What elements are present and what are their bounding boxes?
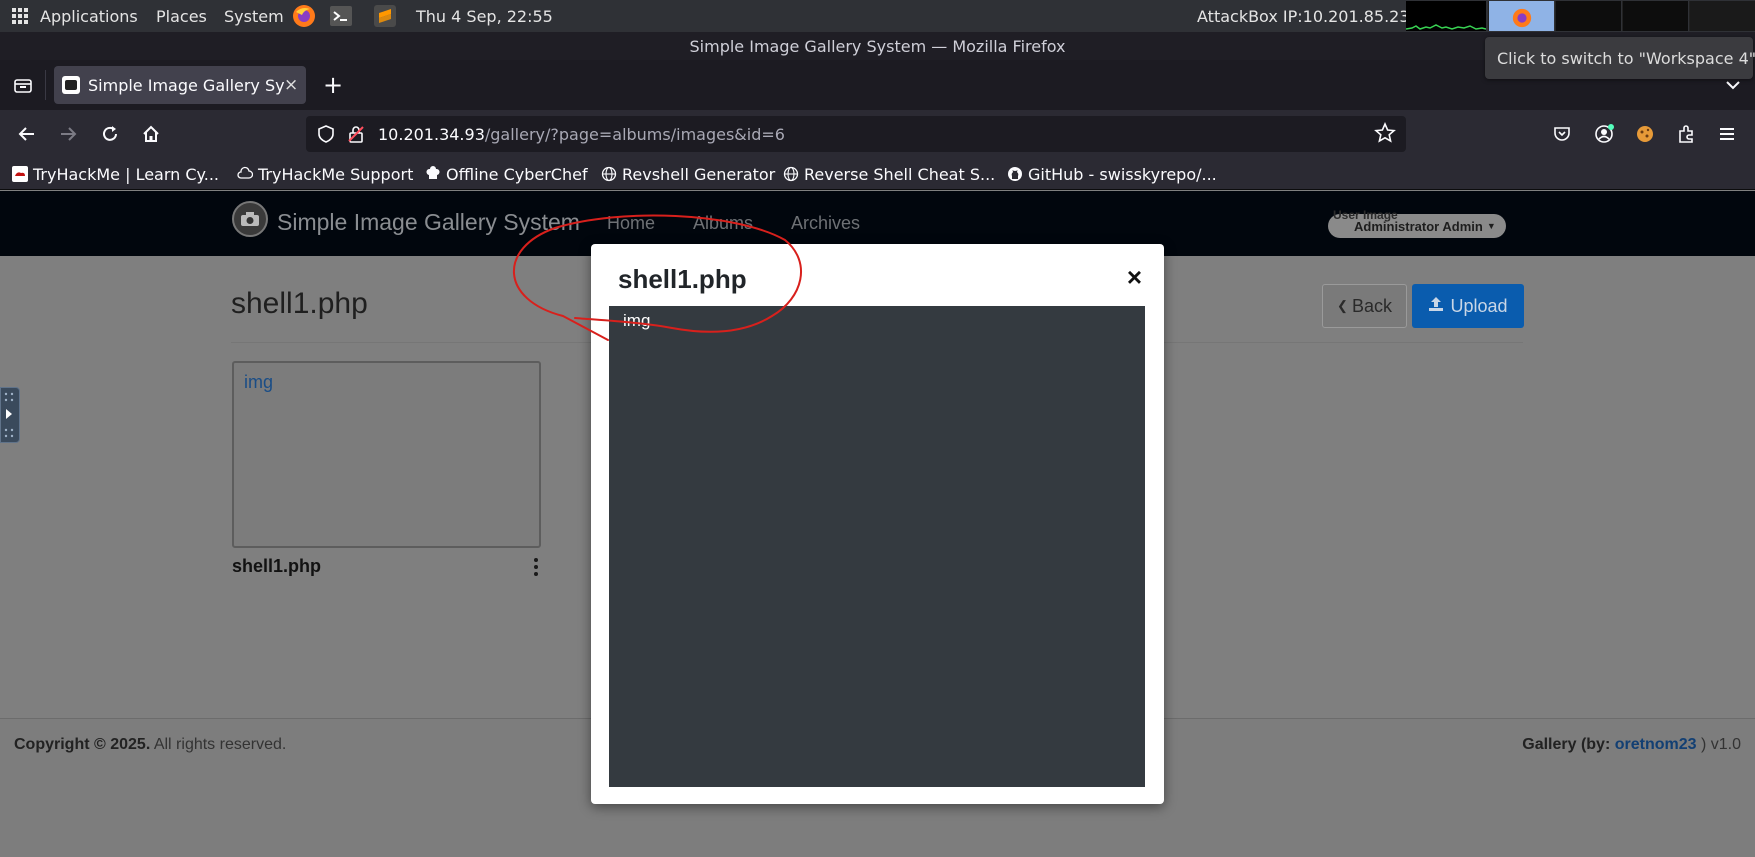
workspace-3[interactable] (1622, 1, 1688, 31)
bookmark-tryhackme[interactable]: TryHackMe | Learn Cy... (12, 158, 219, 190)
navigation-toolbar: 10.201.34.93/gallery/?page=albums/images… (0, 110, 1755, 158)
account-icon[interactable] (1590, 120, 1618, 148)
nav-albums[interactable]: Albums (693, 213, 753, 234)
url-text[interactable]: 10.201.34.93/gallery/?page=albums/images… (378, 125, 785, 144)
clock[interactable]: Thu 4 Sep, 22:55 (416, 0, 553, 32)
credit-author-link[interactable]: oretnom23 (1615, 736, 1697, 753)
bookmarks-toolbar: TryHackMe | Learn Cy... TryHackMe Suppor… (0, 158, 1755, 190)
modal-broken-image-alt: img (623, 311, 651, 330)
caret-down-icon: ▼ (1486, 221, 1496, 231)
bookmark-star-icon[interactable] (1374, 121, 1396, 148)
firefox-launcher-icon[interactable] (292, 0, 316, 32)
bookmark-cyberchef[interactable]: Offline CyberChef (425, 158, 588, 190)
tryhackme-icon (12, 166, 28, 182)
copyright-bold: Copyright © 2025. (14, 736, 151, 753)
window-title-text: Simple Image Gallery System — Mozilla Fi… (689, 36, 1066, 56)
broken-image-alt: img (244, 372, 274, 392)
cloud-support-icon (237, 166, 253, 182)
github-icon (1007, 166, 1023, 182)
album-title: shell1.php (231, 287, 368, 320)
tracking-shield-icon[interactable] (316, 124, 336, 148)
site-brand[interactable]: Simple Image Gallery System (277, 209, 580, 236)
workspace-2[interactable] (1555, 1, 1621, 31)
extension-cookie-icon[interactable] (1631, 120, 1659, 148)
bookmark-github-swisskyrepo[interactable]: GitHub - swisskyrepo/... (1007, 158, 1217, 190)
terminal-launcher-icon[interactable] (330, 0, 352, 32)
upload-button-label: Upload (1450, 295, 1508, 316)
workspace-1[interactable] (1488, 1, 1554, 31)
sublime-launcher-icon[interactable] (374, 0, 396, 32)
modal-close-button[interactable]: × (1127, 264, 1142, 290)
insecure-lock-icon[interactable] (346, 124, 366, 148)
upload-icon (1428, 296, 1444, 317)
user-image-alt: User Image (1333, 208, 1398, 222)
url-host: 10.201.34.93 (378, 124, 485, 144)
home-icon[interactable] (137, 120, 165, 148)
upload-button[interactable]: Upload (1412, 284, 1524, 328)
copyright-rest: All rights reserved. (150, 736, 287, 753)
url-path: /gallery/?page=albums/images&id=6 (484, 124, 785, 144)
reload-icon[interactable] (96, 120, 124, 148)
copyright: Copyright © 2025. All rights reserved. (14, 736, 286, 754)
tab-favicon-icon (62, 76, 80, 94)
modal-image-area: img (609, 306, 1145, 787)
top-panel: Applications Places System Thu 4 Sep, 22… (0, 0, 1755, 32)
tab-gallery[interactable]: Simple Image Gallery Sys × (54, 66, 306, 104)
credit-prefix: Gallery (by: (1522, 736, 1615, 753)
globe-icon (601, 166, 617, 182)
bookmark-label: TryHackMe Support (258, 164, 414, 184)
pocket-icon[interactable] (1548, 120, 1576, 148)
bookmark-tryhackme-support[interactable]: TryHackMe Support (237, 158, 413, 190)
applications-menu[interactable]: Applications (40, 0, 138, 32)
camera-logo-icon[interactable] (232, 201, 268, 237)
attackbox-ip: AttackBox IP:10.201.85.239 (1197, 6, 1420, 26)
modal-title: shell1.php (618, 264, 747, 294)
system-monitor-graph (1406, 1, 1486, 31)
chevron-left-icon: ❮ (1337, 298, 1348, 313)
bookmark-revshell-generator[interactable]: Revshell Generator (601, 158, 775, 190)
sidebar-toggle-handle[interactable] (0, 387, 20, 443)
bookmark-label: GitHub - swisskyrepo/... (1028, 164, 1217, 184)
chef-hat-icon (425, 166, 441, 182)
bookmark-label: Offline CyberChef (446, 164, 588, 184)
tab-close-icon[interactable]: × (284, 75, 298, 95)
bookmark-reverse-shell-cheatsheet[interactable]: Reverse Shell Cheat S... (783, 158, 995, 190)
workspace-tooltip: Click to switch to "Workspace 4" (1485, 37, 1755, 79)
image-card-name: shell1.php (232, 556, 322, 576)
firefox-view-icon[interactable] (12, 74, 34, 96)
extensions-puzzle-icon[interactable] (1672, 120, 1700, 148)
globe-icon (783, 166, 799, 182)
places-menu[interactable]: Places (156, 0, 207, 32)
nav-archives[interactable]: Archives (791, 213, 860, 234)
image-preview-modal: shell1.php × img (591, 244, 1164, 804)
image-card[interactable]: img (232, 361, 541, 548)
hamburger-menu-icon[interactable] (1713, 120, 1741, 148)
apps-grid-icon[interactable] (12, 0, 30, 32)
workspace-4[interactable] (1689, 1, 1755, 31)
nav-home[interactable]: Home (607, 213, 655, 234)
forward-arrow-icon[interactable] (54, 120, 82, 148)
workspace-tooltip-text: Click to switch to "Workspace 4" (1497, 48, 1755, 68)
system-menu[interactable]: System (224, 0, 284, 32)
bookmark-label: TryHackMe | Learn Cy... (33, 164, 219, 184)
bookmark-label: Reverse Shell Cheat S... (804, 164, 996, 184)
kebab-menu-icon[interactable] (528, 555, 544, 579)
credit-suffix: ) v1.0 (1696, 736, 1741, 753)
footer-credit: Gallery (by: oretnom23 ) v1.0 (1522, 736, 1741, 754)
bookmark-label: Revshell Generator (622, 164, 776, 184)
tab-title: Simple Image Gallery Sys (88, 75, 284, 95)
back-button[interactable]: ❮ Back (1322, 284, 1407, 328)
back-button-label: Back (1351, 295, 1392, 316)
tab-strip-divider (45, 70, 46, 100)
url-bar[interactable]: 10.201.34.93/gallery/?page=albums/images… (306, 116, 1406, 152)
back-arrow-icon[interactable] (13, 120, 41, 148)
new-tab-button[interactable]: + (318, 70, 348, 100)
